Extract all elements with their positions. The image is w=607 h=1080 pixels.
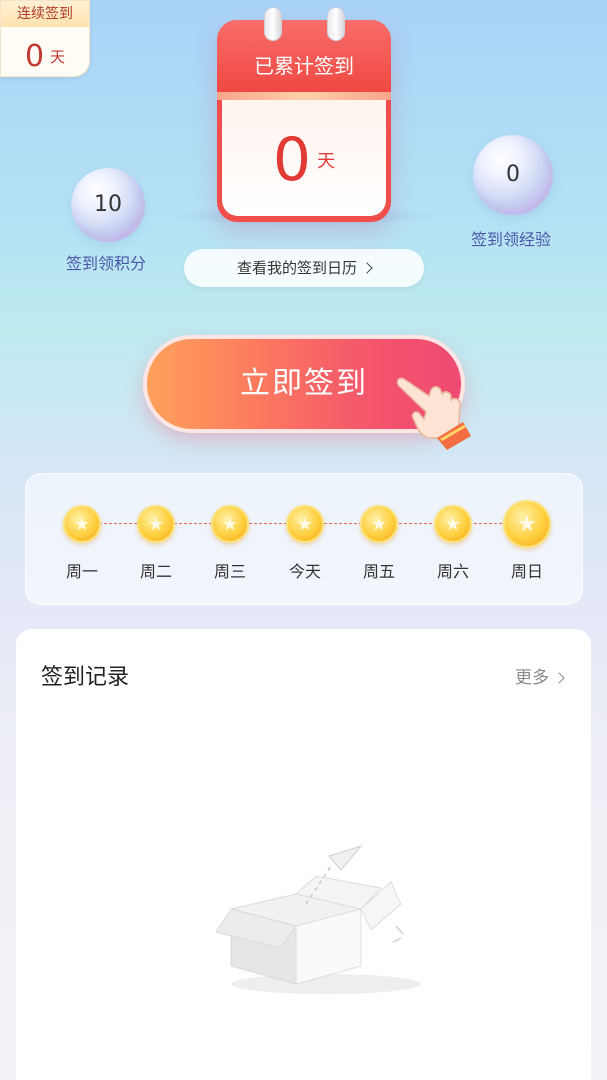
week-day-today: ★ 今天: [275, 502, 335, 582]
streak-count-value: 0: [24, 39, 45, 74]
chevron-right-icon: [361, 262, 373, 274]
streak-badge: 连续签到 0天: [0, 0, 90, 77]
week-day-label: 周三: [213, 562, 246, 581]
week-day: ★ 周一: [52, 502, 112, 582]
week-day: ★ 周五: [349, 502, 409, 582]
star-coin-icon: ★: [360, 505, 398, 543]
star-coin-icon: ★: [434, 505, 472, 543]
week-day-label: 今天: [288, 562, 321, 581]
week-day-label: 周五: [362, 562, 395, 581]
star-coin-icon: ★: [211, 505, 249, 543]
week-day-label: 周日: [510, 562, 543, 581]
streak-count-unit: 天: [50, 48, 66, 66]
view-checkin-calendar-button[interactable]: 查看我的签到日历: [184, 249, 424, 287]
week-day-label: 周一: [65, 562, 98, 581]
records-more-link[interactable]: 更多: [515, 663, 565, 688]
calendar-ring-icon: [327, 7, 345, 41]
week-day: ★ 周日: [497, 500, 557, 582]
records-more-label: 更多: [515, 668, 549, 688]
points-bubble[interactable]: 10: [71, 168, 145, 242]
calendar-count: 0天: [222, 100, 386, 216]
records-title: 签到记录: [41, 665, 130, 690]
star-coin-icon: ★: [137, 505, 175, 543]
calendar-title: 已累计签到: [217, 20, 391, 92]
star-coin-icon: ★: [63, 505, 101, 543]
calendar-strip: [217, 92, 391, 100]
experience-label: 签到领经验: [471, 230, 552, 249]
week-day: ★ 周三: [200, 502, 260, 582]
week-day: ★ 周六: [423, 502, 483, 582]
view-checkin-calendar-label: 查看我的签到日历: [236, 259, 357, 277]
week-day: ★ 周二: [126, 502, 186, 582]
calendar-ring-icon: [264, 7, 282, 41]
star-coin-icon: ★: [503, 500, 551, 548]
streak-count: 0天: [1, 39, 89, 74]
calendar-count-unit: 天: [317, 151, 336, 172]
weekly-checkin-strip: ★ 周一 ★ 周二 ★ 周三 ★ 今天 ★ 周五 ★ 周六 ★ 周日: [25, 473, 583, 605]
points-label: 签到领积分: [66, 254, 147, 273]
cumulative-checkin-calendar: 已累计签到 0天: [217, 20, 391, 222]
pointing-hand-icon: [396, 377, 471, 450]
checkin-records-panel: 签到记录 更多: [16, 629, 591, 1080]
week-day-label: 周六: [436, 562, 469, 581]
empty-box-icon: [215, 845, 421, 994]
streak-title: 连续签到: [1, 1, 89, 27]
star-coin-icon: ★: [286, 505, 324, 543]
sign-in-now-label: 立即签到: [240, 366, 368, 401]
calendar-count-value: 0: [272, 125, 312, 195]
week-day-label: 周二: [139, 562, 172, 581]
chevron-right-icon: [553, 672, 565, 684]
experience-bubble[interactable]: 0: [473, 135, 553, 215]
